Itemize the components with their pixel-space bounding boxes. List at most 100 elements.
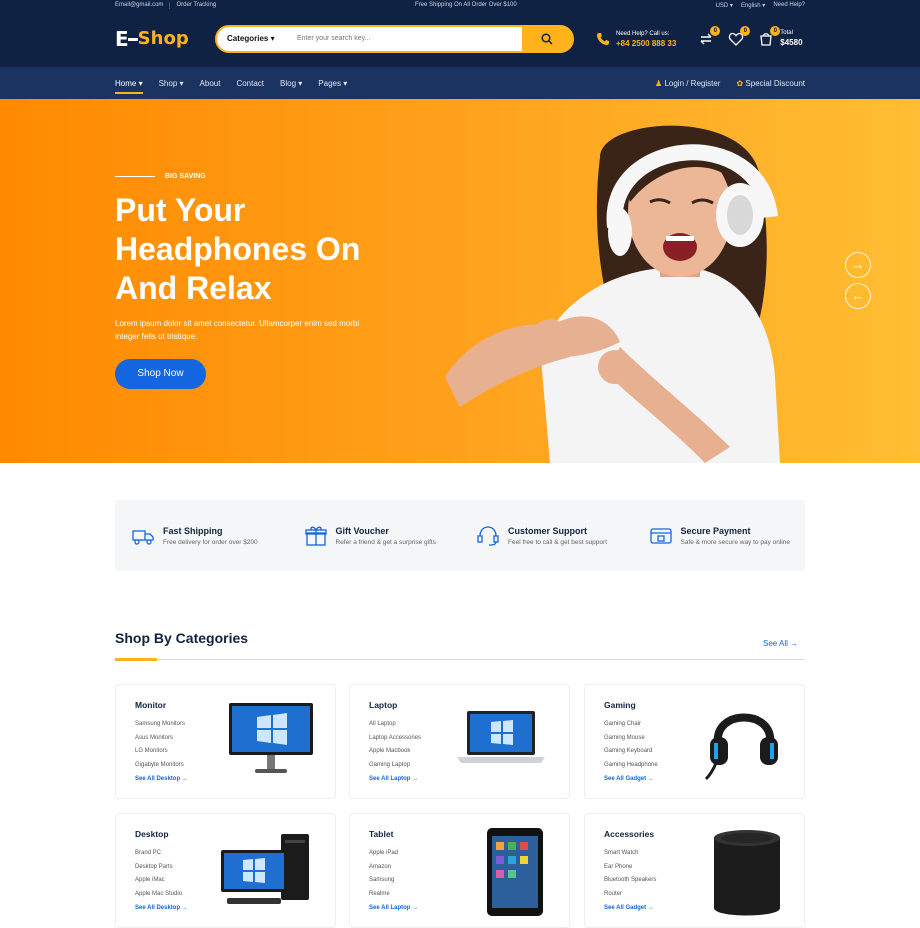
category-subitem[interactable]: Samsung xyxy=(369,874,398,888)
category-subitem[interactable]: Gaming Laptop xyxy=(369,759,421,773)
category-subitem[interactable]: Gaming Chair xyxy=(604,718,658,732)
category-subitem[interactable]: Brand PC xyxy=(135,847,182,861)
feature-title: Secure Payment xyxy=(680,525,751,536)
category-subitem[interactable]: Samsung Monitors xyxy=(135,718,185,732)
discount-icon: ✿ xyxy=(736,78,744,88)
nav-about[interactable]: About xyxy=(200,79,221,88)
category-subitem[interactable]: Apple iMac xyxy=(135,874,182,888)
hero-title: Put Your Headphones On And Relax xyxy=(115,191,415,308)
category-name[interactable]: Monitor xyxy=(135,700,166,710)
category-see-all-link[interactable]: See All Laptop → xyxy=(369,905,418,911)
category-name[interactable]: Gaming xyxy=(604,700,636,710)
category-name[interactable]: Accessories xyxy=(604,829,654,839)
feature-subtitle: Free delivery for order over $200 xyxy=(163,538,258,546)
shop-now-button[interactable]: Shop Now xyxy=(115,359,206,389)
category-card-accessories[interactable]: Accessories Smart Watch Ear Phone Blueto… xyxy=(584,813,805,928)
category-subitem[interactable]: Amazon xyxy=(369,861,398,875)
login-register-link[interactable]: ♟ Login / Register xyxy=(655,79,720,88)
category-subitem[interactable]: Asus Monitors xyxy=(135,732,185,746)
topbar-order-tracking[interactable]: Order Tracking xyxy=(176,2,216,9)
cart-count: 0 xyxy=(770,25,781,36)
category-subitem[interactable]: Laptop Accessories xyxy=(369,732,421,746)
logo[interactable]: E Shop xyxy=(115,27,215,51)
search-input[interactable] xyxy=(297,35,522,42)
nav-contact[interactable]: Contact xyxy=(236,79,264,88)
category-subitem[interactable]: All Laptop xyxy=(369,718,421,732)
compare-button[interactable]: 0 xyxy=(698,25,721,47)
cart-total-value: $4580 xyxy=(780,38,803,47)
hero-kicker: BIG SAVING xyxy=(115,173,206,180)
hero-title-line-1: Put Your xyxy=(115,192,246,228)
hero-description: Lorem ipsum dolor sit amet consectetur. … xyxy=(115,319,360,341)
category-see-all-link[interactable]: See All Desktop → xyxy=(135,905,188,911)
next-slide-button[interactable]: → xyxy=(845,252,871,278)
see-all-label: See All xyxy=(763,639,788,648)
category-name[interactable]: Laptop xyxy=(369,700,397,710)
wishlist-button[interactable]: 0 xyxy=(728,25,751,47)
category-see-all-label: See All Gadget xyxy=(604,905,647,911)
category-subitem[interactable]: Gigabyte Monitors xyxy=(135,759,185,773)
nav-home[interactable]: Home ▾ xyxy=(115,79,143,94)
category-card-monitor[interactable]: Monitor Samsung Monitors Asus Monitors L… xyxy=(115,684,336,799)
see-all-link[interactable]: See All → xyxy=(763,639,798,648)
category-sublist: All Laptop Laptop Accessories Apple Macb… xyxy=(369,718,421,772)
category-sublist: Apple iPad Amazon Samsung Realme xyxy=(369,847,398,901)
category-see-all-link[interactable]: See All Gadget → xyxy=(604,905,654,911)
hero-title-line-2: Headphones On xyxy=(115,231,361,267)
truck-icon xyxy=(132,529,154,545)
feature-customer-support: Customer Support Feel free to call & get… xyxy=(460,524,633,548)
category-subitem[interactable]: Desktop Parts xyxy=(135,861,182,875)
category-subitem[interactable]: Apple Macbook xyxy=(369,745,421,759)
search-button[interactable] xyxy=(522,26,572,51)
hotline[interactable]: Need Help? Call us: +84 2500 888 33 xyxy=(596,29,676,48)
feature-subtitle: Refer a friend & get a surprise gifts xyxy=(335,538,436,546)
category-card-laptop[interactable]: Laptop All Laptop Laptop Accessories App… xyxy=(349,684,570,799)
category-subitem[interactable]: Apple Mac Studio xyxy=(135,888,182,902)
category-subitem[interactable]: Realme xyxy=(369,888,398,902)
category-sublist: Samsung Monitors Asus Monitors LG Monito… xyxy=(135,718,185,772)
feature-gift-voucher: Gift Voucher Refer a friend & get a surp… xyxy=(288,524,461,548)
section-divider-accent xyxy=(115,658,157,661)
category-subitem[interactable]: Bluetooth Speakers xyxy=(604,874,656,888)
logo-text: Shop xyxy=(137,28,189,49)
category-subitem[interactable]: Ear Phone xyxy=(604,861,656,875)
bluetooth-speaker-image xyxy=(714,830,780,916)
category-card-desktop[interactable]: Desktop Brand PC Desktop Parts Apple iMa… xyxy=(115,813,336,928)
language-label: English xyxy=(740,2,761,9)
category-card-tablet[interactable]: Tablet Apple iPad Amazon Samsung Realme … xyxy=(349,813,570,928)
language-select[interactable]: English ▾ xyxy=(741,2,765,9)
category-subitem[interactable]: Router xyxy=(604,888,656,902)
topbar-shipping-notice: Free Shipping On All Order Over $100 xyxy=(414,2,517,8)
category-subitem[interactable]: Smart Watch xyxy=(604,847,656,861)
logo-mark: E xyxy=(115,26,129,51)
category-subitem[interactable]: LG Monitors xyxy=(135,745,185,759)
nav-pages[interactable]: Pages ▾ xyxy=(318,79,347,88)
cart-total-label: Total xyxy=(780,30,793,36)
feature-title: Gift Voucher xyxy=(335,525,389,536)
category-subitem[interactable]: Gaming Headphone xyxy=(604,759,658,773)
cart-button[interactable]: 0 xyxy=(758,25,781,47)
cart-total[interactable]: Total $4580 xyxy=(780,28,802,49)
category-subitem[interactable]: Apple iPad xyxy=(369,847,398,861)
category-see-all-label: See All Gadget xyxy=(604,776,647,782)
special-discount-link[interactable]: ✿ Special Discount xyxy=(736,79,805,88)
category-name[interactable]: Desktop xyxy=(135,829,169,839)
search-category-select[interactable]: Categories ▾ xyxy=(217,34,297,43)
category-subitem[interactable]: Gaming Mouse xyxy=(604,732,658,746)
gift-icon xyxy=(304,526,327,546)
topbar-email[interactable]: Email@gmail.com xyxy=(115,2,163,9)
feature-fast-shipping: Fast Shipping Free delivery for order ov… xyxy=(115,524,288,548)
help-link[interactable]: Need Help? xyxy=(773,2,805,9)
nav-blog[interactable]: Blog ▾ xyxy=(280,79,302,88)
category-see-all-link[interactable]: See All Gadget → xyxy=(604,776,654,782)
currency-select[interactable]: USD ▾ xyxy=(716,2,733,9)
category-subitem[interactable]: Gaming Keyboard xyxy=(604,745,658,759)
category-name[interactable]: Tablet xyxy=(369,829,393,839)
nav-shop[interactable]: Shop ▾ xyxy=(159,79,184,88)
prev-slide-button[interactable]: ← xyxy=(845,283,871,309)
category-see-all-label: See All Desktop xyxy=(135,776,181,782)
category-card-gaming[interactable]: Gaming Gaming Chair Gaming Mouse Gaming … xyxy=(584,684,805,799)
category-sublist: Gaming Chair Gaming Mouse Gaming Keyboar… xyxy=(604,718,658,772)
category-see-all-link[interactable]: See All Desktop → xyxy=(135,776,188,782)
category-see-all-link[interactable]: See All Laptop → xyxy=(369,776,418,782)
